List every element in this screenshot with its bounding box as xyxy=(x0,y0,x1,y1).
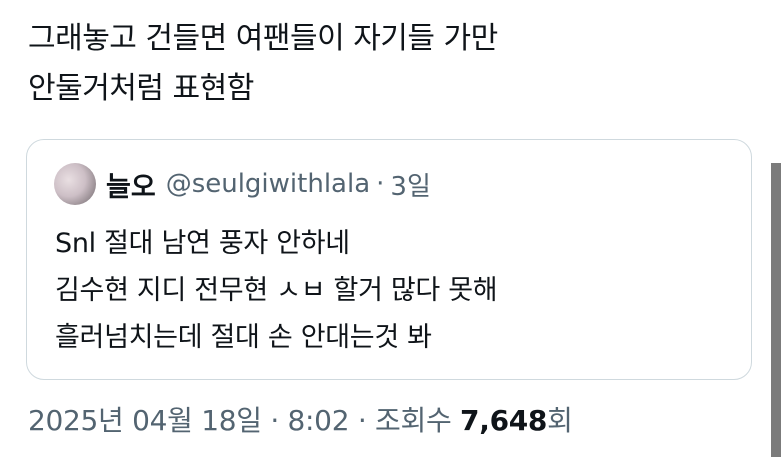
views-count: 7,648 xyxy=(460,404,548,437)
scrollbar[interactable] xyxy=(771,163,781,457)
quoted-author-name[interactable]: 늘오 xyxy=(106,165,156,204)
header-separator: · xyxy=(376,169,385,199)
tweet-text: 그래놓고 건들면 여팬들이 자기들 가만 안둘거처럼 표현함 xyxy=(28,14,748,114)
quoted-text-line-3: 흘러넘치는데 절대 손 안대는것 봐 xyxy=(55,322,432,353)
meta-separator: · xyxy=(270,404,279,437)
quoted-author-handle[interactable]: @seulgiwithlala xyxy=(166,169,370,199)
views-label: 조회수 xyxy=(375,404,452,437)
tweet-meta: 2025년 04월 18일 · 8:02 · 조회수 7,648회 xyxy=(28,399,573,443)
quoted-text-line-1: Snl 절대 남연 풍자 안하네 xyxy=(55,228,350,259)
meta-separator: · xyxy=(357,404,367,437)
tweet-text-line-1: 그래놓고 건들면 여팬들이 자기들 가만 xyxy=(28,21,498,56)
views-suffix: 회 xyxy=(547,404,573,437)
avatar[interactable] xyxy=(54,163,96,205)
tweet-text-line-2: 안둘거처럼 표현함 xyxy=(28,71,254,106)
quoted-tweet-header: 늘오 @seulgiwithlala · 3일 xyxy=(54,162,431,206)
quoted-tweet-card[interactable]: 늘오 @seulgiwithlala · 3일 Snl 절대 남연 풍자 안하네… xyxy=(26,139,752,380)
tweet-date[interactable]: 2025년 04월 18일 xyxy=(28,404,262,437)
quoted-text-line-2: 김수현 지디 전무현 ㅅㅂ 할거 많다 못해 xyxy=(55,275,498,306)
quoted-tweet-text: Snl 절대 남연 풍자 안하네 김수현 지디 전무현 ㅅㅂ 할거 많다 못해 … xyxy=(55,220,498,361)
tweet-time[interactable]: 8:02 xyxy=(288,404,350,437)
quoted-tweet-time[interactable]: 3일 xyxy=(390,166,430,203)
